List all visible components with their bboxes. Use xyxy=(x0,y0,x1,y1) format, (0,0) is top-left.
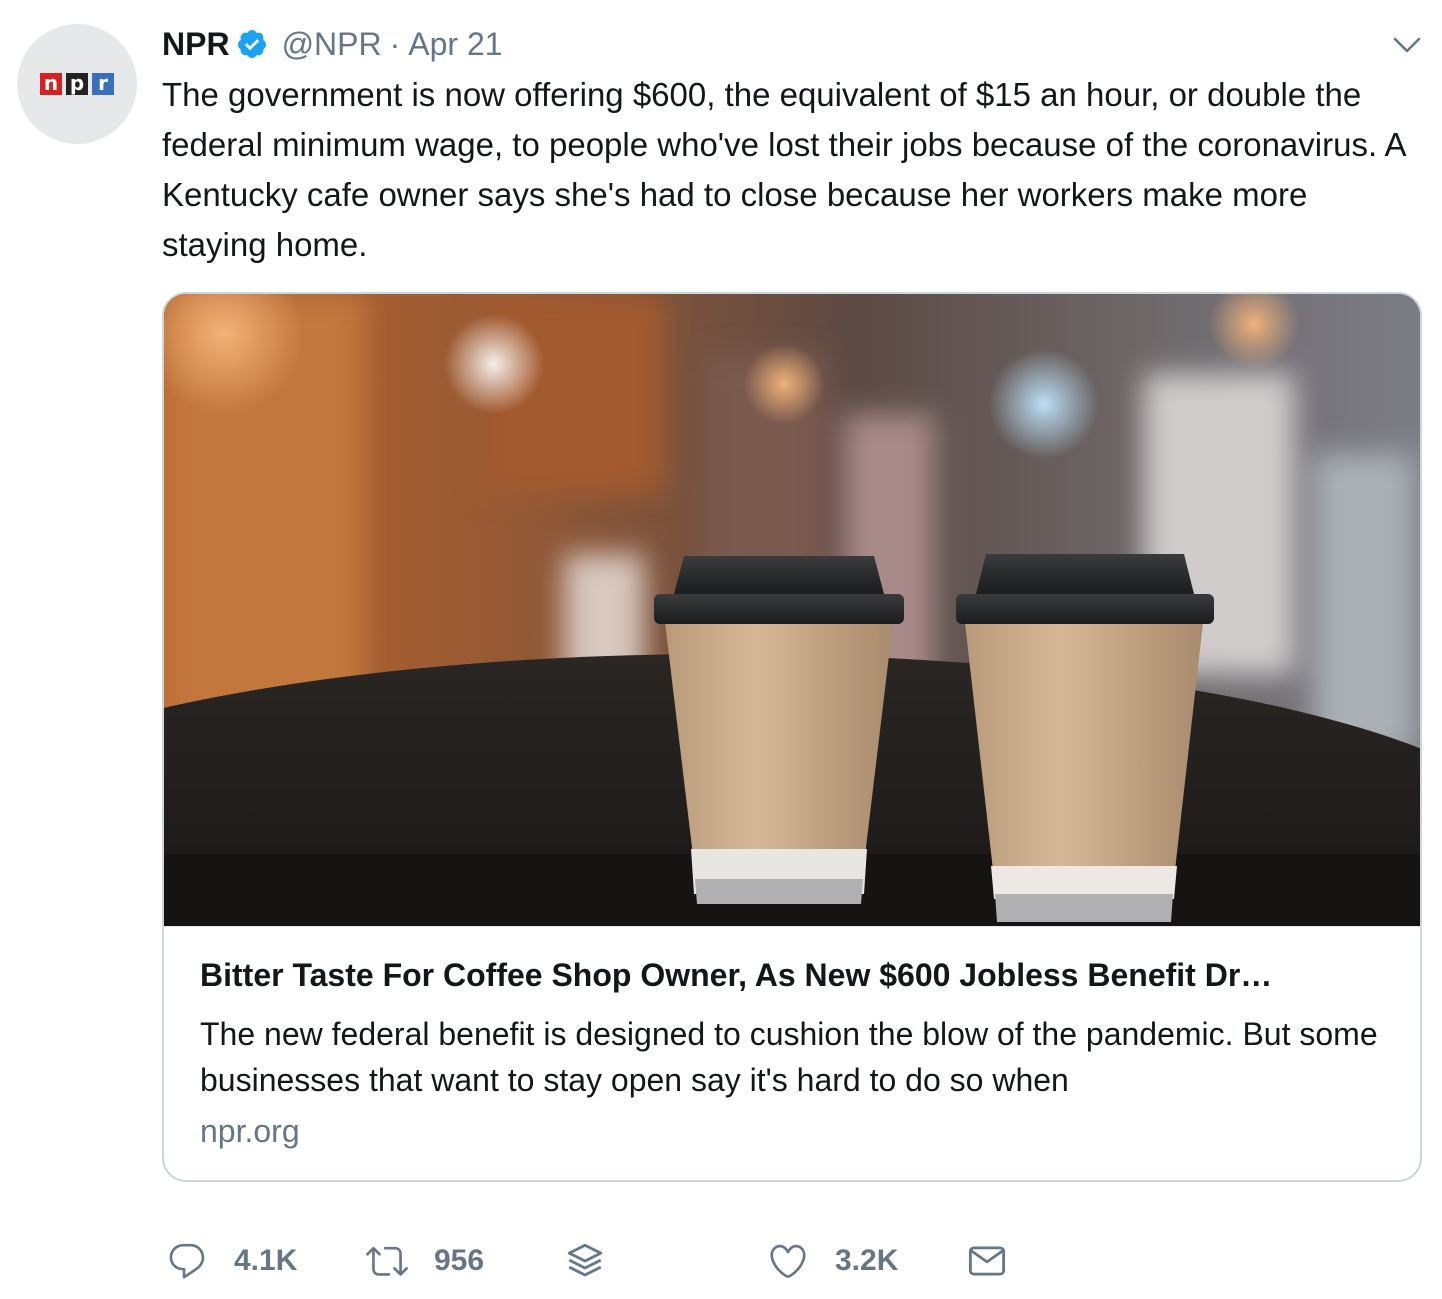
retweet-icon xyxy=(366,1246,408,1276)
logo-letter-r: r xyxy=(92,73,114,95)
tweet-actions: 4.1K 956 3.2K xyxy=(0,1236,1442,1286)
avatar[interactable]: n p r xyxy=(17,24,137,144)
logo-letter-p: p xyxy=(66,73,88,95)
retweet-count: 956 xyxy=(434,1244,485,1277)
like-button[interactable]: 3.2K xyxy=(767,1236,898,1286)
tweet-text: The government is now offering $600, the… xyxy=(162,76,1405,263)
reply-count: 4.1K xyxy=(234,1244,298,1277)
author-name[interactable]: NPR xyxy=(162,26,230,63)
tweet-header: NPR @NPR · Apr 21 xyxy=(162,24,503,64)
card-domain: npr.org xyxy=(200,1113,300,1149)
left-cup xyxy=(654,556,904,904)
reply-button[interactable]: 4.1K xyxy=(166,1236,297,1286)
direct-message-button[interactable] xyxy=(966,1236,1008,1286)
card-body[interactable]: Bitter Taste For Coffee Shop Owner, As N… xyxy=(164,926,1420,1149)
npr-logo: n p r xyxy=(40,73,114,95)
retweet-button[interactable]: 956 xyxy=(366,1236,484,1286)
verified-badge-icon xyxy=(237,30,266,58)
reply-icon xyxy=(169,1243,205,1279)
layers-button[interactable] xyxy=(564,1236,606,1286)
card-title[interactable]: Bitter Taste For Coffee Shop Owner, As N… xyxy=(200,955,1390,995)
logo-letter-n: n xyxy=(40,73,62,95)
tweet: n p r NPR @NPR · Apr 21 The government i… xyxy=(0,0,1442,1299)
separator-dot: · xyxy=(389,25,401,62)
card-description: The new federal benefit is designed to c… xyxy=(200,1016,1378,1098)
layers-icon xyxy=(567,1243,603,1277)
coffee-cups-photo xyxy=(164,294,1420,926)
link-card[interactable]: Bitter Taste For Coffee Shop Owner, As N… xyxy=(162,292,1422,1182)
tweet-date[interactable]: Apr 21 xyxy=(408,26,502,63)
author-handle[interactable]: @NPR xyxy=(282,26,382,63)
heart-icon xyxy=(770,1244,806,1278)
envelope-icon xyxy=(968,1246,1006,1276)
chevron-down-icon[interactable] xyxy=(1392,34,1422,56)
like-count: 3.2K xyxy=(835,1244,899,1277)
card-image[interactable] xyxy=(164,294,1420,926)
right-cup xyxy=(956,554,1214,922)
